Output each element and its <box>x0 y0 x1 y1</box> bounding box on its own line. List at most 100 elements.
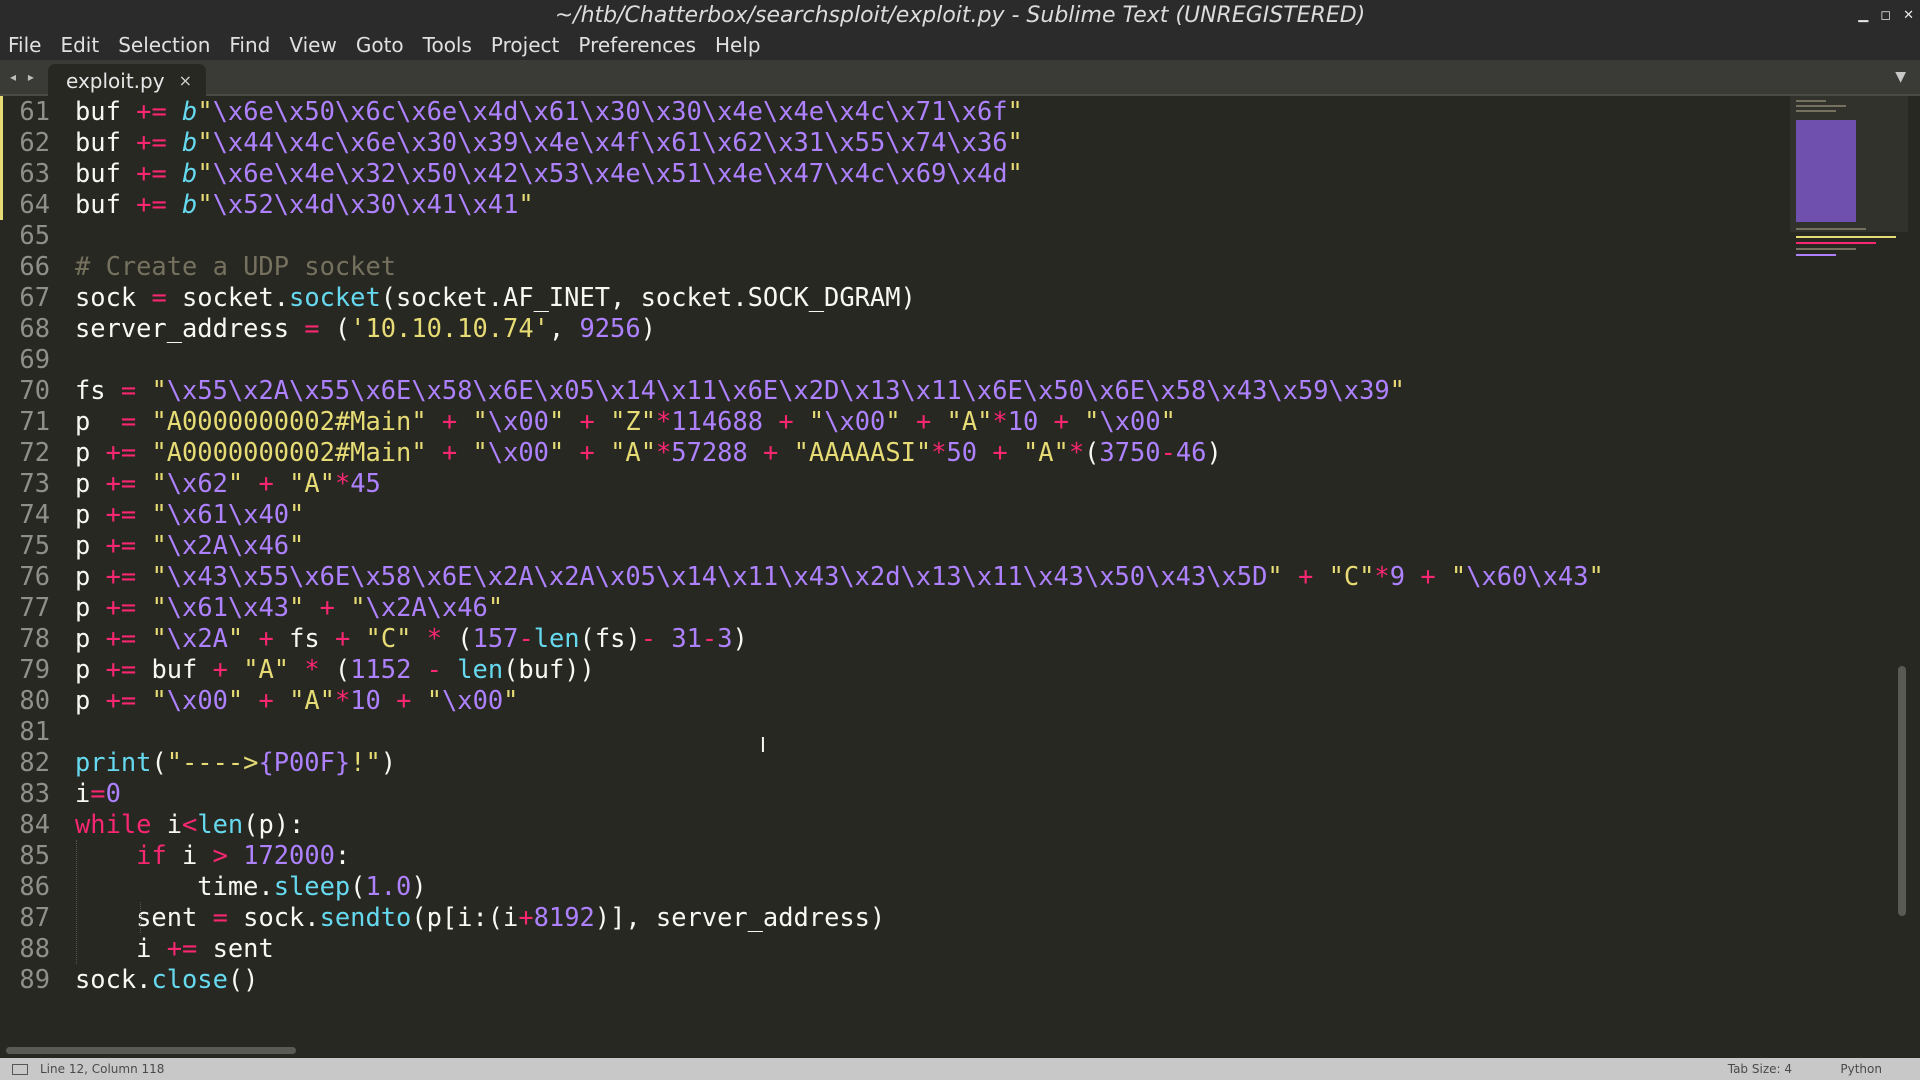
menu-project[interactable]: Project <box>491 31 559 60</box>
horizontal-scrollbar[interactable] <box>6 1047 296 1054</box>
code-token: " <box>151 685 167 715</box>
minimap-line <box>1796 248 1856 250</box>
code-token: () <box>227 964 259 994</box>
tab-exploit-py[interactable]: exploit.py × <box>48 64 206 96</box>
code-token: " <box>197 158 213 188</box>
menu-bar: File Edit Selection Find View Goto Tools… <box>0 31 1920 60</box>
minimize-icon[interactable]: ▁ <box>1858 0 1868 31</box>
close-icon[interactable]: ✕ <box>1903 0 1914 31</box>
code-token: " <box>227 468 244 498</box>
tab-list-dropdown-icon[interactable]: ▼ <box>1895 69 1906 85</box>
code-token: server_address <box>75 313 305 343</box>
code-token: len <box>533 623 580 653</box>
line-number: 87 <box>19 902 50 932</box>
code-token: p <box>75 499 106 529</box>
tab-size-selector[interactable]: Tab Size: 4 <box>1728 1058 1792 1080</box>
code-line: 80 p += "\x00" + "A"*10 + "\x00" <box>0 685 1604 716</box>
console-toggle-icon[interactable] <box>12 1064 28 1075</box>
code-token: " <box>289 499 305 529</box>
menu-help[interactable]: Help <box>715 31 761 60</box>
minimap-line <box>1796 254 1836 256</box>
code-line: 83 i=0 <box>0 778 1604 809</box>
code-token: 172000 <box>243 840 335 870</box>
code-token: (p[i:(i <box>411 902 519 932</box>
code-token: sock. <box>75 964 152 994</box>
line-number: 82 <box>19 747 50 777</box>
code-line: 74 p += "\x61\x40" <box>0 499 1604 530</box>
code-token: p <box>75 530 106 560</box>
menu-view[interactable]: View <box>289 31 336 60</box>
code-token: * <box>304 654 320 684</box>
code-token: p <box>75 592 106 622</box>
code-token: " <box>1267 561 1283 591</box>
code-token: buf <box>75 158 137 188</box>
menu-find[interactable]: Find <box>229 31 270 60</box>
code-token: # Create a UDP socket <box>75 251 397 281</box>
line-number: 73 <box>19 468 50 498</box>
indent-guide <box>140 902 141 933</box>
code-token: sock <box>75 282 152 312</box>
code-token: b <box>182 96 198 126</box>
code-token: = <box>151 282 167 312</box>
maximize-icon[interactable]: ◻ <box>1880 0 1891 31</box>
code-token: len <box>197 809 244 839</box>
code-line: 75 p += "\x2A\x46" <box>0 530 1604 561</box>
code-token: > <box>212 840 228 870</box>
code-token: !" <box>350 747 381 777</box>
menu-edit[interactable]: Edit <box>60 31 99 60</box>
menu-goto[interactable]: Goto <box>356 31 404 60</box>
status-bar: Line 12, Column 118 Tab Size: 4 Python <box>0 1058 1920 1080</box>
code-token: 3750 <box>1099 437 1161 467</box>
menu-file[interactable]: File <box>8 31 41 60</box>
minimap-line <box>1796 242 1876 244</box>
line-number: 67 <box>19 282 50 312</box>
code-token: + <box>579 406 595 436</box>
window-title: ~/htb/Chatterbox/searchsploit/exploit.py… <box>554 3 1366 28</box>
syntax-selector[interactable]: Python <box>1840 1058 1882 1080</box>
code-token: "C" <box>1328 561 1375 591</box>
code-token: + <box>258 468 274 498</box>
code-line: 69 <box>0 344 1604 375</box>
code-token: ) <box>380 747 397 777</box>
code-editor[interactable]: 61 buf += b"\x6e\x50\x6c\x6e\x4d\x61\x30\… <box>0 96 1790 1044</box>
menu-preferences[interactable]: Preferences <box>578 31 696 60</box>
code-line: 72 p += "A0000000002#Main" + "\x00" + "A"… <box>0 437 1604 468</box>
code-token: " <box>227 623 244 653</box>
code-token: "----> <box>166 747 259 777</box>
code-token: + <box>915 406 932 436</box>
line-number: 62 <box>19 127 50 157</box>
tab-close-icon[interactable]: × <box>179 64 192 98</box>
menu-tools[interactable]: Tools <box>423 31 472 60</box>
code-token: " <box>1084 406 1100 436</box>
code-token: += <box>136 158 167 188</box>
minimap[interactable] <box>1790 96 1908 1044</box>
code-token: * <box>656 437 672 467</box>
code-token: sent <box>75 902 213 932</box>
line-number: 69 <box>19 344 50 374</box>
code-token: buf <box>136 654 213 684</box>
tab-nav-arrows-icon[interactable]: ◂ ▸ <box>10 70 38 84</box>
code-token: += <box>105 437 137 467</box>
code-token: 10 <box>350 685 381 715</box>
code-token: sleep <box>273 871 351 901</box>
code-token: 114688 <box>671 406 764 436</box>
code-token: " <box>151 375 167 405</box>
code-token: 157 <box>472 623 519 653</box>
code-token: " <box>548 406 565 436</box>
minimap-line <box>1796 110 1836 112</box>
menu-selection[interactable]: Selection <box>118 31 210 60</box>
vertical-scrollbar[interactable] <box>1898 666 1906 916</box>
code-token: += <box>105 468 137 498</box>
code-token: {P00F} <box>258 747 351 777</box>
code-token: (p): <box>243 809 305 839</box>
code-token: * <box>426 623 442 653</box>
